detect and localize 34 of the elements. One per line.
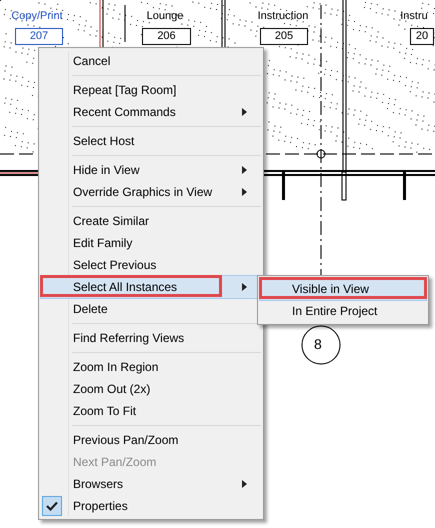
menu-item[interactable]: Create Similar [41,210,261,232]
menu-item[interactable]: Repeat [Tag Room] [41,79,261,101]
room-label: Lounge [146,10,184,22]
menu-item[interactable]: Select Host [41,130,261,152]
menu-item[interactable]: Properties [41,495,261,517]
menu-item[interactable]: Browsers [41,473,261,495]
submenu-arrow-icon [242,166,247,174]
room-tag[interactable]: 205 [260,28,308,45]
menu-item[interactable]: Recent Commands [41,101,261,123]
room-label: Copy/Print [11,10,63,22]
menu-item[interactable]: Zoom To Fit [41,400,261,422]
room-label: Instru [400,10,428,22]
menu-item[interactable]: Hide in View [41,159,261,181]
room-label: Instruction [258,10,308,22]
menu-item[interactable]: In Entire Project [260,300,426,322]
room-tag[interactable]: 207 [15,28,63,45]
menu-item[interactable]: Edit Family [41,232,261,254]
menu-item[interactable]: Zoom Out (2x) [41,378,261,400]
submenu-arrow-icon [242,108,247,116]
menu-item[interactable]: Override Graphics in View [41,181,261,203]
grid-bubble-label: 8 [314,336,322,352]
submenu-arrow-icon [242,188,247,196]
room-tag[interactable]: 20 [410,28,434,45]
menu-item[interactable]: Previous Pan/Zoom [41,429,261,451]
menu-item[interactable]: Cancel [41,50,261,72]
submenu-arrow-icon [242,283,247,291]
menu-item[interactable]: Delete [41,298,261,320]
menu-item[interactable]: Zoom In Region [41,356,261,378]
menu-item[interactable]: Find Referring Views [41,327,261,349]
room-tag[interactable]: 206 [142,28,191,45]
submenu-arrow-icon [242,480,247,488]
menu-item[interactable]: Visible in View [260,278,426,300]
check-icon [42,496,62,516]
menu-item[interactable]: Select Previous [41,254,261,276]
